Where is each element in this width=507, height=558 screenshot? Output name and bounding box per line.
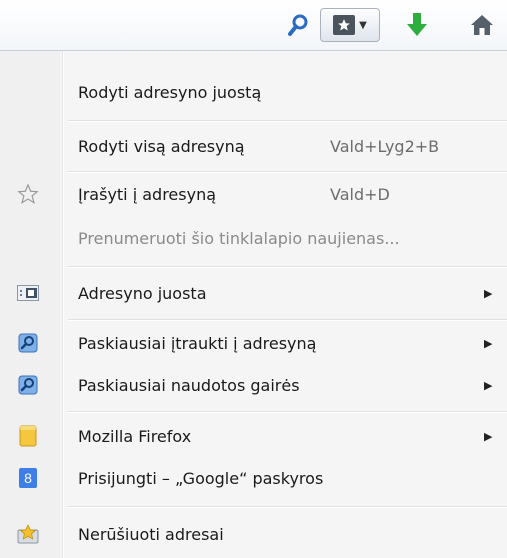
menu-separator (68, 266, 507, 267)
search-button[interactable] (285, 10, 311, 40)
submenu-arrow-icon: ▶ (484, 336, 493, 350)
menu-item-label: Prenumeruoti šio tinklalapio naujienas..… (78, 228, 400, 248)
menu-item-label: Rodyti adresyno juostą (78, 82, 262, 102)
smart-folder-icon (16, 331, 40, 355)
download-icon (407, 13, 427, 36)
menu-item-label: Paskiausiai naudotos gairės (78, 375, 300, 395)
star-outline-icon (16, 182, 40, 206)
menu-separator (68, 319, 507, 320)
downloads-button[interactable] (400, 10, 434, 40)
menu-item-bookmark-this-page[interactable]: Įrašyti į adresyną Vald+D (0, 177, 507, 211)
smart-folder-icon (16, 373, 40, 397)
menu-item-show-bookmarks-toolbar[interactable]: Rodyti adresyno juostą (0, 75, 507, 109)
menu-separator (68, 120, 507, 121)
menu-item-unsorted-bookmarks[interactable]: Nerūšiuoti adresai (0, 517, 507, 551)
bookmarks-menu-button[interactable]: ▼ (320, 8, 380, 42)
menu-separator (68, 171, 507, 172)
menu-item-show-all-bookmarks[interactable]: Rodyti visą adresyną Vald+Lyg2+B (0, 129, 507, 163)
google-icon: 8 (16, 466, 40, 490)
menu-item-bookmarks-toolbar-folder[interactable]: Adresyno juosta ▶ (0, 276, 507, 310)
menu-item-shortcut: Vald+D (330, 184, 390, 204)
menu-separator (68, 506, 507, 507)
menu-item-label: Nerūšiuoti adresai (78, 524, 224, 544)
folder-icon (16, 424, 40, 448)
menu-item-google-sign-in[interactable]: 8 Prisijungti – „Google“ paskyros (0, 461, 507, 495)
menu-item-label: Mozilla Firefox (78, 426, 192, 446)
home-icon (471, 15, 493, 35)
menu-item-label: Įrašyti į adresyną (78, 184, 217, 204)
home-button[interactable] (465, 10, 499, 40)
menu-item-recent-tags[interactable]: Paskiausiai naudotos gairės ▶ (0, 368, 507, 402)
menu-item-shortcut: Vald+Lyg2+B (330, 136, 440, 156)
menu-item-mozilla-firefox-folder[interactable]: Mozilla Firefox ▶ (0, 419, 507, 453)
menu-item-label: Rodyti visą adresyną (78, 136, 245, 156)
submenu-arrow-icon: ▶ (484, 378, 493, 392)
search-icon (288, 14, 308, 36)
bookmarks-menu-icon (333, 15, 356, 35)
menu-item-label: Prisijungti – „Google“ paskyros (78, 468, 324, 488)
submenu-arrow-icon: ▶ (484, 429, 493, 443)
menu-item-label: Adresyno juosta (78, 283, 207, 303)
navigation-toolbar: ▼ (0, 0, 507, 51)
chevron-down-icon: ▼ (359, 19, 367, 31)
bookmarks-toolbar-icon (16, 281, 40, 305)
menu-item-recently-bookmarked[interactable]: Paskiausiai įtraukti į adresyną ▶ (0, 326, 507, 360)
submenu-arrow-icon: ▶ (484, 286, 493, 300)
bookmarks-menu: Rodyti adresyno juostą Rodyti visą adres… (0, 51, 507, 558)
unsorted-bookmarks-icon (16, 522, 40, 546)
menu-item-label: Paskiausiai įtraukti į adresyną (78, 333, 317, 353)
menu-separator (68, 411, 507, 412)
menu-item-subscribe-to-page: Prenumeruoti šio tinklalapio naujienas..… (0, 221, 507, 255)
